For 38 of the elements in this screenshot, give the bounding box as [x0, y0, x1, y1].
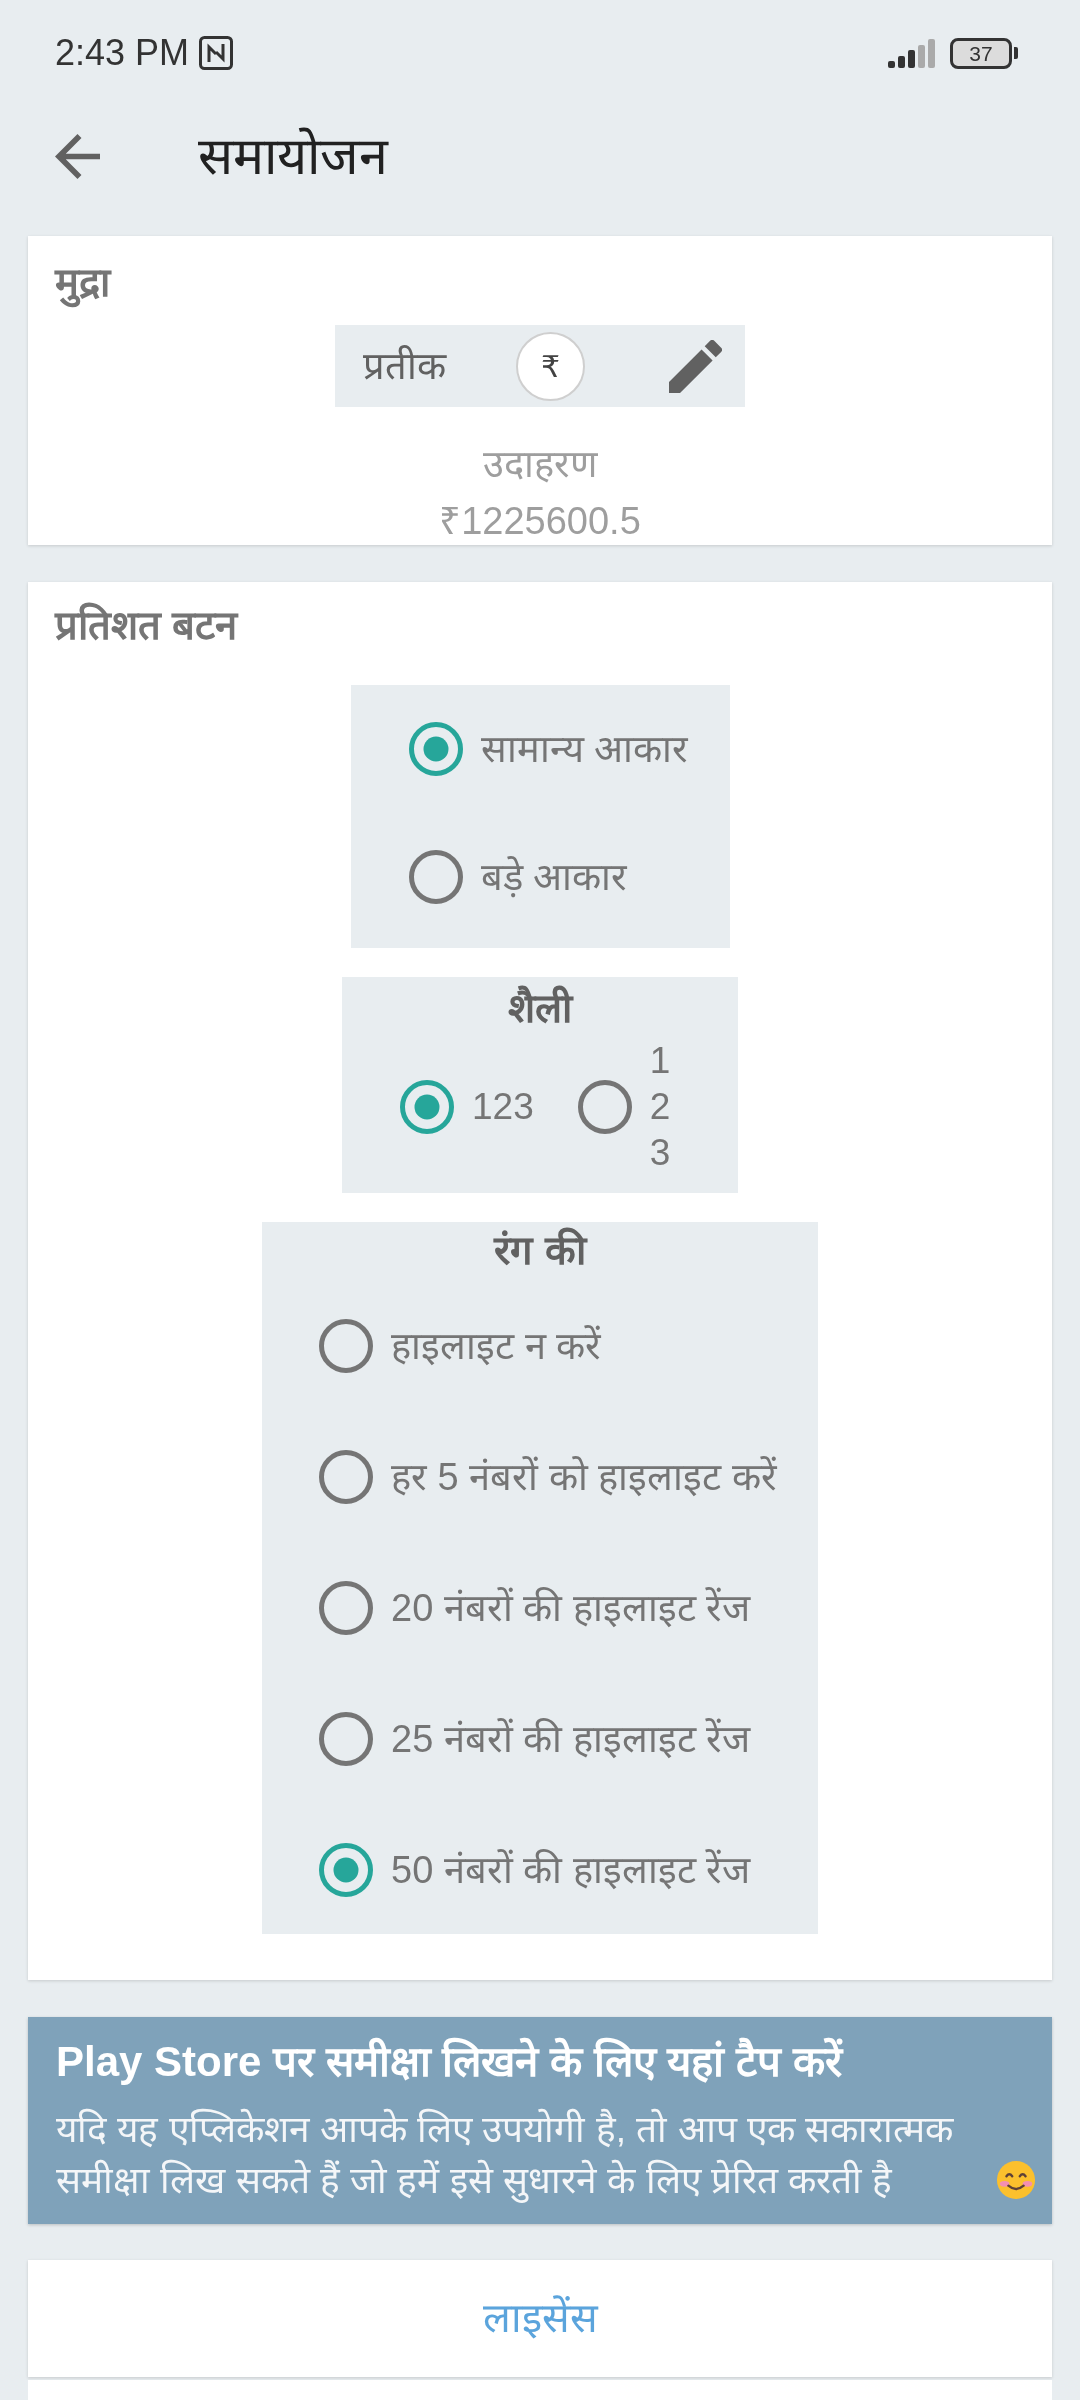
option-label[interactable]: 123 [649, 1038, 672, 1176]
option-label[interactable]: 25 नंबरों की हाइलाइट रेंज [391, 1714, 751, 1763]
section-title: प्रतिशत बटन [55, 601, 238, 649]
currency-symbol-button[interactable]: ₹ [516, 331, 585, 401]
option-label[interactable]: हर 5 नंबरों को हाइलाइट करें [391, 1452, 777, 1501]
screen-title: समायोजन [198, 126, 388, 187]
radio-icon[interactable] [319, 1711, 373, 1766]
option-label[interactable]: 123 [472, 1079, 534, 1135]
section-title: मुद्रा [55, 258, 110, 306]
battery-indicator: 37 [950, 37, 1018, 69]
review-description: यदि यह एप्लिकेशन आपके लिए उपयोगी है, तो आप एक सकारात्मक समीक्षा लिख सकते हैं जो हमें इसे सुधारने के लिए प्रेरित करती है [56, 2107, 955, 2205]
option-label[interactable]: बड़े आकार [480, 853, 628, 901]
symbol-label: प्रतीक [363, 344, 446, 389]
option-label[interactable]: हाइलाइट न करें [391, 1321, 602, 1370]
nfc-icon [199, 36, 234, 70]
example-value: ₹1225600.5 [439, 499, 641, 544]
radio-icon[interactable] [319, 1449, 373, 1504]
status-time: 2:43 PM [55, 31, 190, 75]
radio-icon[interactable] [408, 722, 463, 776]
radio-icon[interactable] [319, 1580, 373, 1635]
license-button[interactable]: लाइसेंस [28, 2260, 1052, 2377]
group-title: रंग की [494, 1228, 586, 1272]
radio-icon[interactable] [319, 1842, 373, 1897]
radio-icon[interactable] [400, 1080, 454, 1134]
signal-icon [888, 38, 936, 68]
smiling-face-icon [996, 2160, 1036, 2200]
option-label[interactable]: 20 नंबरों की हाइलाइट रेंज [391, 1583, 751, 1632]
option-label[interactable]: 50 नंबरों की हाइलाइट रेंज [391, 1845, 751, 1894]
radio-icon[interactable] [408, 850, 463, 904]
option-label[interactable]: सामान्य आकार [480, 725, 689, 773]
example-label: उदाहरण [483, 442, 597, 487]
review-title: Play Store पर समीक्षा लिखने के लिए यहां टैप करें [56, 2037, 842, 2087]
group-title: शैली [508, 986, 572, 1030]
review-banner[interactable]: Play Store पर समीक्षा लिखने के लिए यहां टैप करें यदि यह एप्लिकेशन आपके लिए उपयोगी है, तो आप एक सकारात्मक समीक्षा लिख सकते हैं जो हमें इसे सुधारने के लिए प्रेरित करती है [28, 2017, 1052, 2224]
back-icon[interactable] [55, 133, 100, 179]
radio-icon[interactable] [319, 1318, 373, 1373]
edit-icon[interactable] [669, 339, 722, 393]
radio-icon[interactable] [577, 1080, 632, 1134]
